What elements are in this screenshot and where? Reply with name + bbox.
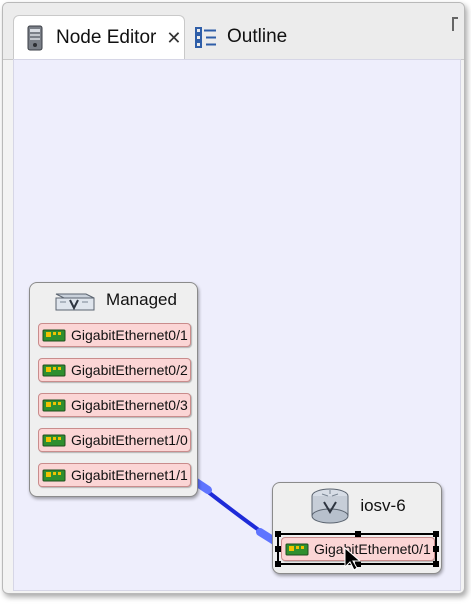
node-editor-window: Node Editor ✕ Outline Managed GigabitEth… <box>2 2 465 594</box>
interface-label: GigabitEthernet0/3 <box>71 397 188 413</box>
tab-outline[interactable]: Outline <box>185 15 305 59</box>
selection-handle[interactable] <box>275 531 281 537</box>
close-tab-icon[interactable]: ✕ <box>166 28 181 49</box>
selection-handle[interactable] <box>275 546 281 552</box>
interface-gi1-1[interactable]: GigabitEthernet1/1 <box>38 463 191 487</box>
interface-label: GigabitEthernet0/1 <box>71 327 188 343</box>
interface-gi0-2[interactable]: GigabitEthernet0/2 <box>38 358 191 382</box>
mouse-pointer-icon <box>343 547 361 571</box>
interface-label: GigabitEthernet1/1 <box>71 467 188 483</box>
selection-handle[interactable] <box>433 561 439 567</box>
switch-icon <box>50 288 98 312</box>
node-iosv-6[interactable]: iosv-6 GigabitEthernet0/1 <box>272 482 442 574</box>
topology-canvas[interactable]: Managed GigabitEthernet0/1 GigabitEthern… <box>13 59 461 591</box>
selection-handle[interactable] <box>433 546 439 552</box>
tab-node-editor[interactable]: Node Editor ✕ <box>13 15 185 60</box>
tab-bar: Node Editor ✕ Outline <box>3 3 464 60</box>
selection-handle[interactable] <box>433 531 439 537</box>
node-iosv-6-header: iosv-6 <box>273 483 441 529</box>
selection-handle[interactable] <box>275 561 281 567</box>
nic-icon <box>42 433 66 448</box>
node-managed[interactable]: Managed GigabitEthernet0/1 GigabitEthern… <box>29 282 198 497</box>
node-title: iosv-6 <box>360 496 406 515</box>
interface-gi1-0[interactable]: GigabitEthernet1/0 <box>38 428 191 452</box>
interface-gi0-1[interactable]: GigabitEthernet0/1 <box>38 323 191 347</box>
nic-icon <box>42 468 66 483</box>
view-menu-icon[interactable] <box>452 17 458 31</box>
nic-icon <box>42 398 66 413</box>
selection-handle[interactable] <box>355 531 361 537</box>
node-title: Managed <box>106 290 177 309</box>
tab-outline-label: Outline <box>227 26 288 47</box>
nic-icon <box>42 328 66 343</box>
tab-node-editor-label: Node Editor <box>56 27 157 48</box>
node-managed-header: Managed <box>30 283 197 317</box>
device-icon <box>22 25 48 51</box>
interface-gi0-3[interactable]: GigabitEthernet0/3 <box>38 393 191 417</box>
outline-icon <box>193 24 219 50</box>
router-icon <box>308 486 352 526</box>
nic-icon <box>42 363 66 378</box>
interface-label: GigabitEthernet0/2 <box>71 362 188 378</box>
interface-label: GigabitEthernet1/0 <box>71 432 188 448</box>
